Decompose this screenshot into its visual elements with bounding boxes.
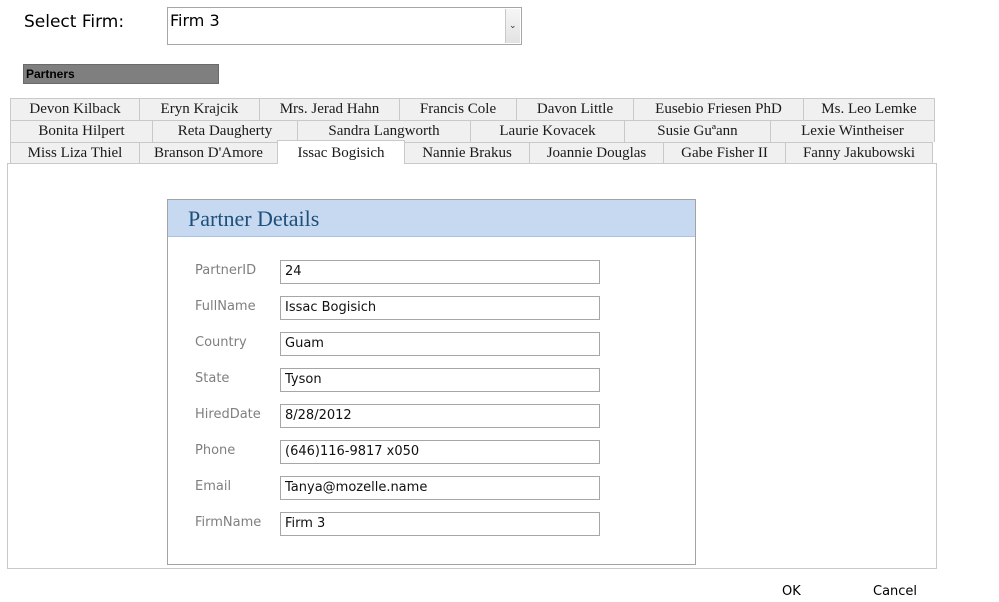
tab-sandra-langworth[interactable]: Sandra Langworth [297, 120, 471, 142]
tab-row-1: Devon Kilback Eryn Krajcik Mrs. Jerad Ha… [10, 98, 935, 120]
partnerid-label: PartnerID [195, 263, 257, 278]
dropdown-button[interactable]: ⌄ [505, 9, 520, 43]
firm-select[interactable]: Firm 3 ⌄ [167, 7, 522, 45]
card-title: Partner Details [188, 206, 320, 231]
tab-devon-kilback[interactable]: Devon Kilback [10, 98, 140, 120]
cancel-button[interactable]: Cancel [873, 584, 917, 599]
tab-gabe-fisher-ii[interactable]: Gabe Fisher II [663, 142, 786, 164]
state-label: State [195, 371, 230, 386]
tab-ms-leo-lemke[interactable]: Ms. Leo Lemke [803, 98, 935, 120]
partners-section-header: Partners [23, 64, 219, 84]
state-field[interactable]: Tyson [280, 368, 600, 392]
tab-row-3: Miss Liza Thiel Branson D'Amore Issac Bo… [10, 140, 933, 164]
tab-branson-damore[interactable]: Branson D'Amore [139, 142, 278, 164]
hireddate-label: HiredDate [195, 407, 261, 422]
email-field[interactable]: Tanya@mozelle.name [280, 476, 600, 500]
partnerid-field[interactable]: 24 [280, 260, 600, 284]
tab-eusebio-friesen-phd[interactable]: Eusebio Friesen PhD [633, 98, 804, 120]
select-firm-label: Select Firm: [24, 12, 125, 32]
firmname-field[interactable]: Firm 3 [280, 512, 600, 536]
tab-mrs-jerad-hahn[interactable]: Mrs. Jerad Hahn [259, 98, 400, 120]
country-field[interactable]: Guam [280, 332, 600, 356]
country-label: Country [195, 335, 247, 350]
phone-field[interactable]: (646)116-9817 x050 [280, 440, 600, 464]
chevron-down-icon: ⌄ [509, 21, 517, 31]
tab-issac-bogisich[interactable]: Issac Bogisich [277, 140, 405, 164]
tab-laurie-kovacek[interactable]: Laurie Kovacek [470, 120, 625, 142]
email-label: Email [195, 479, 232, 494]
tab-fanny-jakubowski[interactable]: Fanny Jakubowski [785, 142, 933, 164]
partner-details-card: Partner Details PartnerID 24 FullName Is… [167, 199, 696, 565]
tab-row-2: Bonita Hilpert Reta Daugherty Sandra Lan… [10, 120, 935, 142]
tab-reta-daugherty[interactable]: Reta Daugherty [152, 120, 298, 142]
tab-nannie-brakus[interactable]: Nannie Brakus [404, 142, 530, 164]
tab-miss-liza-thiel[interactable]: Miss Liza Thiel [10, 142, 140, 164]
firmname-label: FirmName [195, 515, 262, 530]
firm-select-value: Firm 3 [170, 11, 220, 30]
tab-bonita-hilpert[interactable]: Bonita Hilpert [10, 120, 153, 142]
tab-eryn-krajcik[interactable]: Eryn Krajcik [139, 98, 260, 120]
phone-label: Phone [195, 443, 236, 458]
tab-joannie-douglas[interactable]: Joannie Douglas [529, 142, 664, 164]
tab-susie-guann[interactable]: Susie Guªann [624, 120, 771, 142]
tab-davon-little[interactable]: Davon Little [516, 98, 634, 120]
tab-francis-cole[interactable]: Francis Cole [399, 98, 517, 120]
hireddate-field[interactable]: 8/28/2012 [280, 404, 600, 428]
fullname-label: FullName [195, 299, 256, 314]
tab-lexie-wintheiser[interactable]: Lexie Wintheiser [770, 120, 935, 142]
fullname-field[interactable]: Issac Bogisich [280, 296, 600, 320]
ok-button[interactable]: OK [782, 584, 801, 599]
